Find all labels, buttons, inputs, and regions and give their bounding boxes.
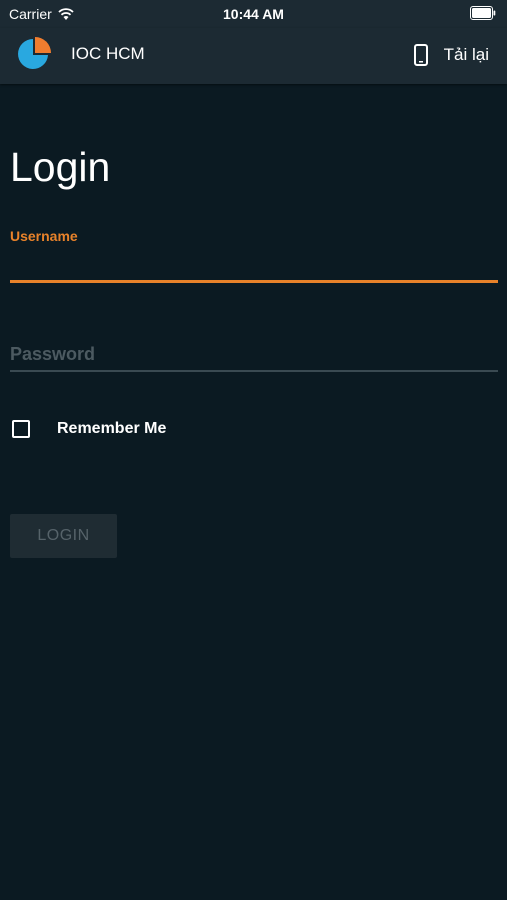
remember-me-checkbox[interactable] (12, 420, 30, 438)
username-label: Username (10, 228, 78, 244)
status-bar: Carrier 10:44 AM (0, 0, 507, 28)
remember-me-label: Remember Me (57, 420, 167, 437)
remember-me-toggle[interactable]: Remember Me (12, 420, 166, 438)
app-title: IOC HCM (71, 44, 145, 63)
nav-bar: IOC HCM Tải lại (0, 28, 507, 84)
reload-label: Tải lại (443, 45, 489, 64)
status-time: 10:44 AM (223, 6, 284, 22)
username-input[interactable] (10, 246, 498, 283)
app-logo-icon (18, 37, 51, 69)
reload-button[interactable]: Tải lại (413, 40, 489, 70)
battery-icon (470, 6, 496, 20)
phone-icon (413, 44, 428, 66)
login-button[interactable]: LOGIN (10, 514, 117, 558)
page-title: Login (10, 144, 111, 190)
password-input[interactable] (10, 338, 498, 372)
